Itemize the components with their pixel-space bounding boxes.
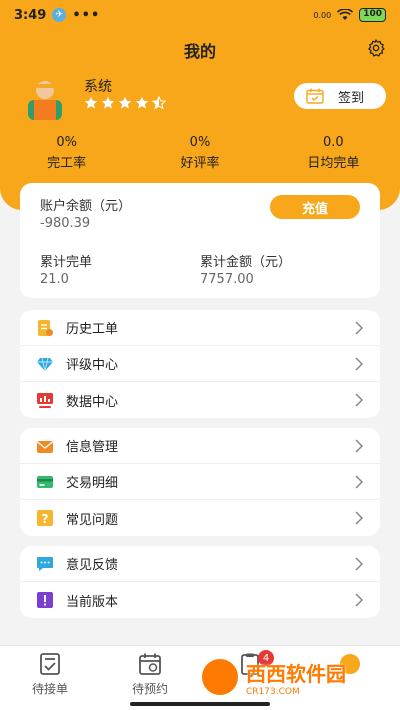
menu-item-faq[interactable]: ? 常见问题 [20,500,380,536]
chevron-right-icon [355,556,364,571]
menu-item-data-center[interactable]: 数据中心 [20,382,380,418]
card-icon [37,475,53,488]
star-icon [118,96,132,109]
menu-label: 数据中心 [66,394,119,410]
chevron-right-icon [355,438,364,453]
stat-label: 日均完单 [307,156,360,171]
svg-text:?: ? [42,512,49,526]
menu-label: 意见反馈 [66,558,119,573]
status-bar: 3:49 ✈ ••• 0.00 100 [0,0,400,30]
menu-label: 信息管理 [66,440,119,455]
stat-positive-rate: 0% 好评率 [133,135,266,171]
signin-label: 签到 [338,90,365,106]
page-title: 我的 [183,42,216,61]
menu-group-orders: 历史工单 评级中心 数据中心 [20,310,380,418]
status-dots: ••• [72,7,101,23]
username: 系统 [84,79,112,95]
balance-value: -980.39 [40,216,91,231]
chevron-right-icon [355,474,364,489]
menu-item-version[interactable]: 当前版本 [20,582,380,618]
watermark-logo [200,657,240,697]
rating-stars [84,96,166,110]
wifi-icon [337,9,354,20]
watermark-sub-text: CR173.COM [246,686,300,697]
star-icon [101,96,115,109]
tab-pending-orders[interactable]: 待接单 [0,646,100,710]
star-icon [84,96,98,109]
tab-label: 待预约 [131,682,168,696]
balance-label: 账户余额（元） [40,199,132,214]
battery-indicator: 100 [359,8,386,22]
calendar-icon [306,88,324,104]
signin-button[interactable]: 签到 [294,83,386,109]
menu-label: 评级中心 [66,358,119,373]
status-time: 3:49 [14,7,47,23]
total-amount-value: 7757.00 [200,272,254,287]
star-icon [135,96,149,109]
stat-value: 0% [189,135,211,150]
chevron-right-icon [355,593,364,607]
menu-label: 当前版本 [66,594,119,610]
menu-item-transactions[interactable]: 交易明细 [20,464,380,500]
network-speed: 0.00 [313,10,332,20]
data-center-icon [37,393,53,408]
tab-pending-appointments[interactable]: 待预约 [100,646,200,710]
message-icon [37,440,53,453]
menu-item-feedback[interactable]: 意见反馈 [20,546,380,582]
gear-icon[interactable] [366,38,386,58]
menu-item-rating-center[interactable]: 评级中心 [20,346,380,382]
checklist-icon [40,653,60,675]
menu-label: 常见问题 [66,512,119,528]
stats-row: 0% 完工率 0% 好评率 0.0 日均完单 [0,135,400,171]
total-orders-value: 21.0 [40,272,69,287]
account-card: 账户余额（元） -980.39 充值 累计完单 21.0 累计金额（元） 775… [20,183,380,298]
menu-label: 历史工单 [66,322,119,337]
feedback-icon [37,556,53,571]
tab-label: 待接单 [31,682,68,696]
avatar [28,77,62,120]
version-icon [37,592,53,608]
stat-value: 0.0 [322,135,344,150]
stat-value: 0% [56,135,77,150]
recharge-button[interactable]: 充值 [270,195,360,219]
menu-item-history-orders[interactable]: 历史工单 [20,310,380,346]
stat-completion-rate: 0% 完工率 [0,135,133,171]
history-orders-icon [38,319,53,336]
home-indicator [130,702,270,706]
chevron-right-icon [355,393,364,407]
chevron-right-icon [355,320,364,335]
stat-label: 好评率 [180,156,220,171]
menu-group-info: 信息管理 交易明细 ? 常见问题 [20,428,380,536]
watermark: 西西软件园 CR173.COM [200,655,390,699]
stat-label: 完工率 [47,156,87,171]
half-star-icon [152,96,166,110]
menu-group-about: 意见反馈 当前版本 [20,546,380,618]
calendar-icon [139,653,161,675]
menu-item-info-management[interactable]: 信息管理 [20,428,380,464]
telegram-icon: ✈ [52,8,67,22]
chevron-right-icon [355,356,364,371]
question-icon: ? [37,510,53,526]
rating-diamond-icon [37,357,53,371]
chevron-right-icon [355,511,364,525]
watermark-main-text: 西西软件园 [246,661,346,686]
menu-label: 交易明细 [66,476,119,491]
total-orders-label: 累计完单 [40,255,93,270]
total-amount-label: 累计金额（元） [200,255,292,270]
stat-daily-average: 0.0 日均完单 [267,135,400,171]
